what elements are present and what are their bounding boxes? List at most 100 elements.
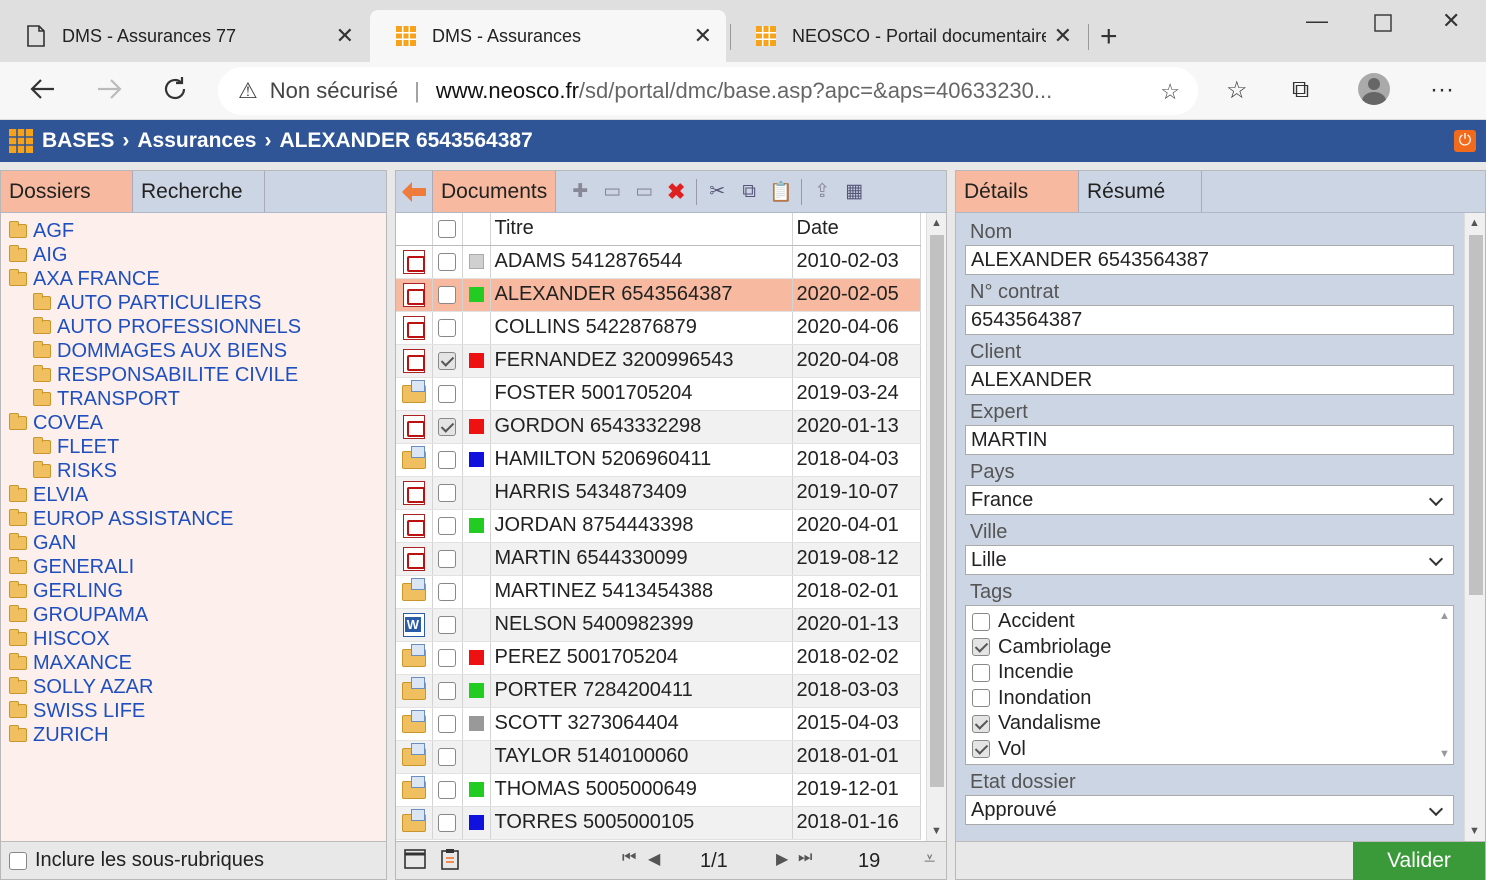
tree-folder[interactable]: GERLING (1, 579, 386, 603)
nom-field[interactable]: ALEXANDER 6543564387 (965, 245, 1454, 275)
tab-recherche[interactable]: Recherche (133, 171, 265, 212)
save-icon[interactable]: ▦ (838, 180, 870, 203)
table-row[interactable]: ADAMS 5412876544 2010-02-03 (396, 245, 921, 279)
row-checkbox[interactable] (438, 714, 456, 733)
export-icon[interactable]: ⇪ (806, 180, 838, 203)
tab-details[interactable]: Détails (956, 171, 1079, 212)
tree-folder[interactable]: ZURICH (1, 723, 386, 747)
row-checkbox[interactable] (438, 384, 456, 403)
valider-button[interactable]: Valider (1353, 842, 1485, 880)
table-row[interactable]: TAYLOR 5140100060 2018-01-01 (396, 740, 921, 774)
col-date[interactable]: Date (792, 213, 921, 246)
tag-checkbox[interactable] (972, 740, 990, 759)
etat-select[interactable]: Approuvé (965, 795, 1454, 825)
close-tab-icon[interactable]: ✕ (1054, 23, 1072, 49)
delete-icon[interactable]: ✖ (660, 179, 692, 205)
row-checkbox[interactable] (438, 615, 456, 634)
table-row[interactable]: GORDON 6543332298 2020-01-13 (396, 410, 921, 444)
tags-scrollbar[interactable]: ▲ ▼ (1433, 606, 1453, 764)
select-all-checkbox[interactable] (438, 219, 456, 238)
back-arrow-icon[interactable] (396, 171, 432, 212)
more-icon[interactable]: ··· (1430, 76, 1454, 104)
close-tab-icon[interactable]: ✕ (694, 23, 712, 49)
crumb-assurances[interactable]: Assurances (137, 129, 256, 153)
tag-option[interactable]: Inondation (966, 686, 1453, 712)
tag-option[interactable]: Cambriolage (966, 635, 1453, 661)
tree-folder[interactable]: FLEET (1, 435, 386, 459)
row-checkbox[interactable] (438, 813, 456, 832)
tree-folder[interactable]: AIG (1, 243, 386, 267)
tag-option[interactable]: Accident (966, 609, 1453, 635)
next-page-icon[interactable]: ▶ (776, 849, 788, 869)
favorites-icon[interactable]: ☆ (1226, 76, 1248, 105)
table-row[interactable]: HAMILTON 5206960411 2018-04-03 (396, 443, 921, 477)
paste-icon[interactable]: 📋 (765, 180, 797, 204)
cut-icon[interactable]: ✂ (701, 180, 733, 203)
url-bar[interactable]: ⚠ Non sécurisé | www.neosco.fr/sd/portal… (218, 67, 1198, 115)
new-folder-icon[interactable]: ▭ (596, 180, 628, 203)
grid-scrollbar[interactable]: ▲ ▼ (926, 213, 946, 841)
table-row[interactable]: THOMAS 5005000649 2019-12-01 (396, 773, 921, 807)
row-checkbox[interactable] (438, 681, 456, 700)
expert-field[interactable]: MARTIN (965, 425, 1454, 455)
back-icon[interactable] (28, 74, 58, 110)
tag-checkbox[interactable] (972, 612, 990, 631)
tree-folder[interactable]: RESPONSABILITE CIVILE (1, 363, 386, 387)
tree-folder[interactable]: EUROP ASSISTANCE (1, 507, 386, 531)
tree-folder[interactable]: RISKS (1, 459, 386, 483)
tab-resume[interactable]: Résumé (1079, 171, 1202, 212)
table-row[interactable]: SCOTT 3273064404 2015-04-03 (396, 707, 921, 741)
tag-checkbox[interactable] (972, 714, 990, 733)
tree-folder[interactable]: GAN (1, 531, 386, 555)
avatar[interactable] (1358, 73, 1390, 105)
table-row[interactable]: FERNANDEZ 3200996543 2020-04-08 (396, 344, 921, 378)
close-window-icon[interactable]: ✕ (1442, 8, 1460, 34)
browser-tab-1[interactable]: DMS - Assurances 77 ✕ (0, 10, 368, 62)
client-field[interactable]: ALEXANDER (965, 365, 1454, 395)
tree-folder[interactable]: SOLLY AZAR (1, 675, 386, 699)
table-row[interactable]: FOSTER 5001705204 2019-03-24 (396, 377, 921, 411)
close-tab-icon[interactable]: ✕ (336, 23, 354, 49)
collections-icon[interactable]: ⧉ (1292, 76, 1309, 104)
folder-icon[interactable]: ▭ (628, 180, 660, 203)
tag-checkbox[interactable] (972, 689, 990, 708)
copy-icon[interactable]: ⧉ (733, 181, 765, 203)
tab-documents[interactable]: Documents (432, 171, 557, 212)
new-tab-icon[interactable]: + (1100, 22, 1118, 52)
tag-checkbox[interactable] (972, 638, 990, 657)
row-checkbox[interactable] (438, 648, 456, 667)
tree-folder[interactable]: GROUPAMA (1, 603, 386, 627)
prev-page-icon[interactable]: ◀ (648, 849, 660, 869)
tag-option[interactable]: Incendie (966, 660, 1453, 686)
maximize-icon[interactable] (1374, 12, 1392, 38)
row-checkbox[interactable] (438, 252, 456, 271)
add-favorite-icon[interactable]: ☆ (1160, 79, 1180, 105)
clipboard-icon[interactable] (440, 848, 460, 876)
col-select-all[interactable] (432, 213, 463, 246)
row-checkbox[interactable] (438, 516, 456, 535)
row-checkbox[interactable] (438, 450, 456, 469)
table-row[interactable]: NELSON 54009823992020-01-13 (396, 608, 921, 642)
pays-select[interactable]: France (965, 485, 1454, 515)
row-checkbox[interactable] (438, 318, 456, 337)
tree-folder[interactable]: TRANSPORT (1, 387, 386, 411)
reload-icon[interactable] (160, 74, 190, 110)
contrat-field[interactable]: 6543564387 (965, 305, 1454, 335)
tree-folder[interactable]: HISCOX (1, 627, 386, 651)
tag-option[interactable]: Vandalisme (966, 711, 1453, 737)
table-row[interactable]: TORRES 5005000105 2018-01-16 (396, 806, 921, 840)
tree-folder[interactable]: ELVIA (1, 483, 386, 507)
tag-checkbox[interactable] (972, 663, 990, 682)
table-row[interactable]: COLLINS 5422876879 2020-04-06 (396, 311, 921, 345)
tree-folder[interactable]: GENERALI (1, 555, 386, 579)
browser-tab-3[interactable]: NEOSCO - Portail documentaire ✕ (730, 10, 1086, 62)
row-checkbox[interactable] (438, 417, 456, 436)
tab-dossiers[interactable]: Dossiers (1, 171, 133, 212)
crumb-bases[interactable]: BASES (42, 129, 114, 153)
include-subfolders-option[interactable]: Inclure les sous-rubriques (1, 841, 386, 879)
row-checkbox[interactable] (438, 483, 456, 502)
ville-select[interactable]: Lille (965, 545, 1454, 575)
table-row[interactable]: HARRIS 5434873409 2019-10-07 (396, 476, 921, 510)
tree-folder[interactable]: AUTO PARTICULIERS (1, 291, 386, 315)
details-scrollbar[interactable]: ▲ ▼ (1464, 213, 1485, 841)
